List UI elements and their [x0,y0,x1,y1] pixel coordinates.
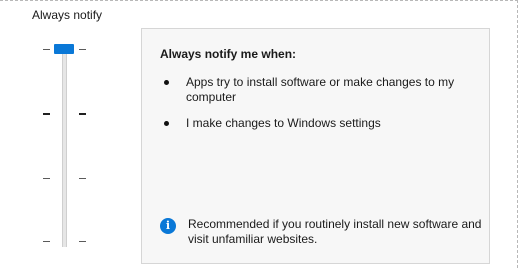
bullet-list: Apps try to install software or make cha… [164,75,484,142]
tick-right-level-4 [79,49,86,50]
tick-right-level-3 [79,113,86,115]
panel-title: Always notify me when: [160,47,297,61]
tick-left-level-3 [43,113,50,115]
tick-left-level-1 [43,241,50,242]
description-panel: Always notify me when: Apps try to insta… [141,28,490,264]
slider-top-label: Always notify [32,8,103,22]
tick-left-level-2 [43,178,50,179]
slider-thumb[interactable] [54,44,74,54]
list-item: Apps try to install software or make cha… [164,75,484,105]
bullet-dot-icon [164,121,169,126]
list-item: I make changes to Windows settings [164,116,484,131]
recommendation-text: Recommended if you routinely install new… [188,217,482,246]
tick-right-level-1 [79,241,86,242]
tick-left-level-4 [43,49,50,50]
tick-right-level-2 [79,178,86,179]
slider-track[interactable] [62,46,67,247]
bullet-dot-icon [164,80,169,85]
bullet-text: I make changes to Windows settings [186,116,381,130]
info-icon: i [160,218,176,234]
bullet-text: Apps try to install software or make cha… [186,75,455,104]
